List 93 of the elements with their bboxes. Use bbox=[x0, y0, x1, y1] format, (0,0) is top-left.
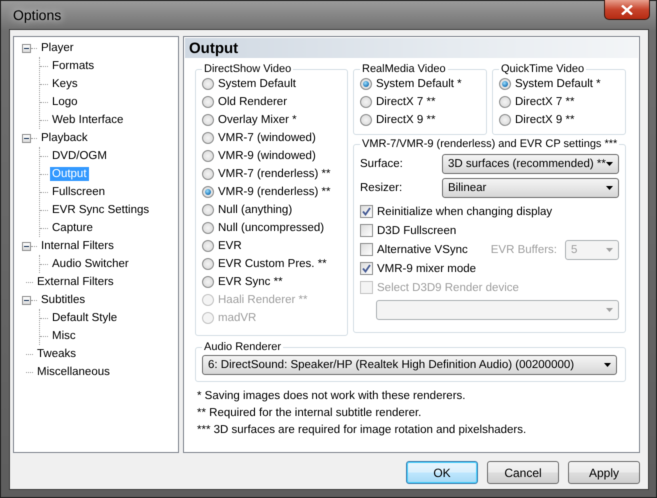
checkmark-icon bbox=[362, 207, 371, 216]
radio-label[interactable]: System Default * bbox=[376, 78, 462, 90]
checkbox[interactable] bbox=[360, 205, 373, 218]
field-label: Resizer: bbox=[360, 182, 404, 194]
tree-item[interactable]: Subtitles bbox=[39, 293, 88, 307]
radio-button[interactable] bbox=[202, 150, 214, 162]
group-title: RealMedia Video bbox=[361, 63, 447, 75]
group-title: DirectShow Video bbox=[203, 63, 292, 75]
checkbox-label[interactable]: Reinitialize when changing display bbox=[377, 206, 552, 218]
radio-label[interactable]: VMR-7 (renderless) ** bbox=[218, 168, 330, 180]
footnote: ** Required for the internal subtitle renderer. bbox=[197, 406, 422, 420]
tree-item[interactable]: EVR Sync Settings bbox=[50, 203, 152, 217]
radio-button[interactable] bbox=[499, 78, 511, 90]
dropdown-caret-icon bbox=[604, 363, 611, 367]
window-title: Options bbox=[13, 7, 62, 23]
checkbox[interactable] bbox=[360, 224, 373, 237]
dialog-button[interactable]: OK bbox=[406, 461, 478, 484]
radio-label[interactable]: System Default bbox=[218, 78, 296, 90]
radio-label[interactable]: DirectX 9 ** bbox=[376, 114, 436, 126]
group-title: Audio Renderer bbox=[203, 341, 282, 353]
group-title: VMR-7/VMR-9 (renderless) and EVR CP settings *** bbox=[361, 138, 618, 150]
field-label: EVR Buffers: bbox=[490, 244, 557, 256]
radio-button[interactable] bbox=[499, 114, 511, 126]
checkmark-icon bbox=[362, 264, 371, 273]
page-title: Output bbox=[185, 38, 638, 58]
checkbox[interactable] bbox=[360, 262, 373, 275]
collapse-icon[interactable] bbox=[22, 296, 31, 304]
tree-item[interactable]: Default Style bbox=[50, 311, 120, 325]
collapse-icon[interactable] bbox=[22, 242, 31, 250]
radio-button[interactable] bbox=[360, 96, 372, 108]
radio-label[interactable]: Null (uncompressed) bbox=[218, 222, 324, 234]
radio-button[interactable] bbox=[360, 114, 372, 126]
radio-label[interactable]: DirectX 7 ** bbox=[376, 96, 436, 108]
tree-item[interactable]: Playback bbox=[39, 131, 90, 145]
radio-button[interactable] bbox=[202, 276, 214, 288]
dropdown[interactable]: 6: DirectSound: Speaker/HP (Realtek High Definition Audio) (00200000) bbox=[202, 355, 617, 375]
radio-label[interactable]: System Default * bbox=[515, 78, 601, 90]
tree-item[interactable]: Audio Switcher bbox=[50, 257, 131, 271]
tree-item[interactable]: Internal Filters bbox=[39, 239, 116, 253]
radio-button[interactable] bbox=[202, 204, 214, 216]
tree-item[interactable]: Web Interface bbox=[50, 113, 126, 127]
radio-button[interactable] bbox=[202, 258, 214, 270]
radio-button[interactable] bbox=[202, 222, 214, 234]
tree-item[interactable]: Formats bbox=[50, 59, 96, 73]
radio-button[interactable] bbox=[202, 114, 214, 126]
radio-label[interactable]: EVR bbox=[218, 240, 242, 252]
dialog-button[interactable]: Cancel bbox=[487, 461, 559, 484]
radio-label[interactable]: VMR-9 (windowed) bbox=[218, 150, 316, 162]
checkbox-label[interactable]: D3D Fullscreen bbox=[377, 224, 456, 236]
tree-item[interactable]: DVD/OGM bbox=[50, 149, 109, 163]
dropdown[interactable]: 3D surfaces (recommended) ** bbox=[442, 154, 619, 174]
tree-item[interactable]: Misc bbox=[50, 329, 78, 343]
tree-item[interactable]: Capture bbox=[50, 221, 95, 235]
radio-label[interactable]: Null (anything) bbox=[218, 204, 292, 216]
dropdown-caret-icon bbox=[606, 308, 613, 312]
group-title: QuickTime Video bbox=[500, 63, 586, 75]
radio-label[interactable]: EVR Custom Pres. ** bbox=[218, 258, 327, 270]
radio-button[interactable] bbox=[202, 240, 214, 252]
radio-button[interactable] bbox=[360, 78, 372, 90]
radio-button[interactable] bbox=[202, 132, 214, 144]
tree-item[interactable]: External Filters bbox=[35, 275, 116, 289]
footnote: *** 3D surfaces are required for image rotation and pixelshaders. bbox=[197, 422, 528, 438]
radio-button[interactable] bbox=[202, 96, 214, 108]
tree-item[interactable]: Logo bbox=[50, 95, 80, 109]
radio-label[interactable]: EVR Sync ** bbox=[218, 276, 283, 288]
tree-item[interactable]: Keys bbox=[50, 77, 80, 91]
dropdown-caret-icon bbox=[606, 186, 613, 190]
dialog-button[interactable]: Apply bbox=[568, 461, 640, 484]
tree-item[interactable]: Miscellaneous bbox=[35, 365, 112, 379]
dropdown[interactable]: Bilinear bbox=[442, 178, 619, 198]
radio-button[interactable] bbox=[202, 186, 214, 198]
tree-item[interactable]: Player bbox=[39, 41, 76, 55]
radio-label[interactable]: VMR-7 (windowed) bbox=[218, 132, 316, 144]
radio-label[interactable]: Old Renderer bbox=[218, 96, 288, 108]
dropdown-caret-icon bbox=[606, 162, 613, 166]
dropdown-caret-icon bbox=[606, 248, 613, 252]
checkbox[interactable] bbox=[360, 243, 373, 256]
field-label: Surface: bbox=[360, 158, 404, 170]
tree-item[interactable]: Tweaks bbox=[35, 347, 78, 361]
radio-button[interactable] bbox=[202, 78, 214, 90]
collapse-icon[interactable] bbox=[22, 44, 31, 52]
radio-button[interactable] bbox=[202, 168, 214, 180]
checkbox-label[interactable]: VMR-9 mixer mode bbox=[377, 262, 476, 274]
radio-label[interactable]: DirectX 9 ** bbox=[515, 114, 574, 126]
collapse-icon[interactable] bbox=[22, 134, 31, 142]
radio-button[interactable] bbox=[499, 96, 511, 108]
radio-label[interactable]: Overlay Mixer * bbox=[218, 114, 297, 126]
tree-item[interactable]: Fullscreen bbox=[50, 185, 108, 199]
radio-label[interactable]: DirectX 7 ** bbox=[515, 96, 574, 108]
footnote: * Saving images does not work with these renderers. bbox=[197, 388, 466, 404]
radio-label[interactable]: VMR-9 (renderless) ** bbox=[218, 186, 330, 198]
checkbox-label[interactable]: Alternative VSync bbox=[377, 244, 468, 256]
close-icon[interactable] bbox=[604, 0, 650, 20]
